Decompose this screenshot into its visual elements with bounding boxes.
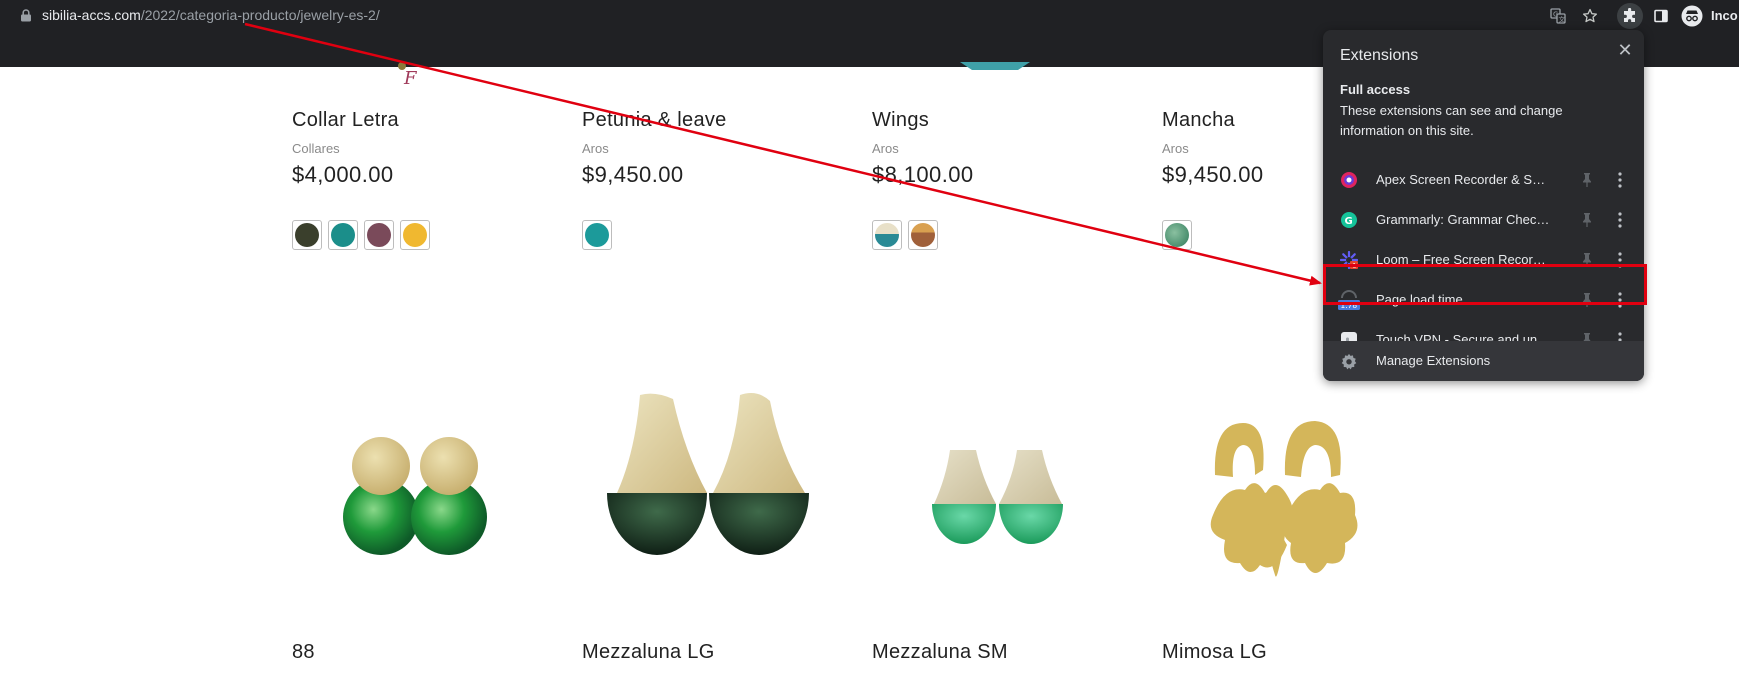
color-swatch[interactable] xyxy=(400,220,430,250)
product-name[interactable]: Mimosa LG xyxy=(1162,641,1267,664)
product-category: Collares xyxy=(292,141,340,156)
color-swatch[interactable] xyxy=(908,220,938,250)
product-card-mancha[interactable]: Mancha Aros $9,450.00 xyxy=(1162,109,1263,188)
extension-name: Apex Screen Recorder & Screenshot xyxy=(1376,172,1551,187)
more-vertical-icon[interactable] xyxy=(1617,211,1623,229)
more-vertical-icon[interactable] xyxy=(1617,171,1623,189)
product-category: Aros xyxy=(872,141,899,156)
bookmark-star-icon[interactable] xyxy=(1578,4,1602,28)
product-card-88[interactable]: 88 xyxy=(292,641,315,664)
popup-title: Extensions xyxy=(1340,47,1419,64)
product-image-mimosa-lg[interactable] xyxy=(1205,415,1365,590)
product-image-collar-letra[interactable]: F xyxy=(390,62,430,90)
product-image-mezzaluna-lg[interactable] xyxy=(605,393,810,563)
product-name[interactable]: Mezzaluna SM xyxy=(872,641,1008,664)
color-swatches xyxy=(582,220,612,250)
color-swatch[interactable] xyxy=(292,220,322,250)
extension-name: Grammarly: Grammar Checker and Writing A… xyxy=(1376,212,1551,227)
extensions-popup: Extensions ✕ Full access These extension… xyxy=(1323,30,1644,381)
translate-icon[interactable]: G文 xyxy=(1546,4,1570,28)
extension-name: Loom – Free Screen Recorder & Screen Cap… xyxy=(1376,252,1551,267)
product-price: $9,450.00 xyxy=(582,162,684,187)
pin-icon[interactable] xyxy=(1580,292,1594,308)
apex-icon xyxy=(1341,172,1357,188)
extension-item-apex[interactable]: Apex Screen Recorder & Screenshot xyxy=(1323,160,1644,200)
product-card-wings[interactable]: Wings Aros $8,100.00 xyxy=(872,109,973,188)
color-swatch[interactable] xyxy=(1162,220,1192,250)
product-name[interactable]: 88 xyxy=(292,641,315,664)
color-swatch[interactable] xyxy=(582,220,612,250)
product-name[interactable]: Collar Letra xyxy=(292,109,399,132)
close-icon[interactable]: ✕ xyxy=(1615,40,1635,60)
more-vertical-icon[interactable] xyxy=(1617,251,1623,269)
product-card-mezzaluna-lg[interactable]: Mezzaluna LG xyxy=(582,641,715,664)
product-card-petunia[interactable]: Petunia & leave Aros $9,450.00 xyxy=(582,109,727,188)
product-image-wings[interactable] xyxy=(960,62,1030,72)
color-swatch[interactable] xyxy=(364,220,394,250)
product-price: $4,000.00 xyxy=(292,162,394,187)
color-swatch[interactable] xyxy=(872,220,902,250)
url-text[interactable]: sibilia-accs.com/2022/categoria-producto… xyxy=(42,7,380,23)
pin-icon[interactable] xyxy=(1580,172,1594,188)
manage-extensions-button[interactable]: Manage Extensions xyxy=(1323,341,1644,381)
side-panel-icon[interactable] xyxy=(1649,4,1673,28)
product-category: Aros xyxy=(582,141,609,156)
pin-icon[interactable] xyxy=(1580,212,1594,228)
loom-icon: 1 xyxy=(1340,251,1358,269)
color-swatches xyxy=(292,220,430,250)
url-path: /2022/categoria-producto/jewelry-es-2/ xyxy=(140,7,380,23)
product-name[interactable]: Mancha xyxy=(1162,109,1263,132)
product-name[interactable]: Petunia & leave xyxy=(582,109,727,132)
color-swatches xyxy=(1162,220,1192,250)
full-access-description: These extensions can see and change info… xyxy=(1340,103,1563,138)
color-swatch[interactable] xyxy=(328,220,358,250)
extension-item-grammarly[interactable]: G Grammarly: Grammar Checker and Writing… xyxy=(1323,200,1644,240)
pin-icon[interactable] xyxy=(1580,252,1594,268)
extension-item-loom[interactable]: 1 Loom – Free Screen Recorder & Screen C… xyxy=(1323,240,1644,280)
full-access-heading: Full access xyxy=(1340,82,1411,97)
product-name[interactable]: Wings xyxy=(872,109,973,132)
page-load-badge: 1.78 xyxy=(1341,301,1358,310)
more-vertical-icon[interactable] xyxy=(1617,291,1623,309)
manage-extensions-label: Manage Extensions xyxy=(1376,353,1491,368)
page-load-time-icon: 1.78 xyxy=(1338,290,1360,310)
product-image-88[interactable] xyxy=(335,435,495,565)
product-price: $9,450.00 xyxy=(1162,162,1264,187)
color-swatches xyxy=(872,220,938,250)
profile-label[interactable]: Inco xyxy=(1711,8,1738,23)
product-card-collar-letra[interactable]: Collar Letra Collares $4,000.00 xyxy=(292,109,399,188)
gear-icon xyxy=(1341,353,1357,370)
product-price: $8,100.00 xyxy=(872,162,974,187)
product-card-mezzaluna-sm[interactable]: Mezzaluna SM xyxy=(872,641,1008,664)
product-name[interactable]: Mezzaluna LG xyxy=(582,641,715,664)
extensions-puzzle-icon[interactable] xyxy=(1617,3,1643,29)
grammarly-icon: G xyxy=(1341,212,1357,228)
product-category: Aros xyxy=(1162,141,1189,156)
extension-item-page-load-time[interactable]: 1.78 Page load time xyxy=(1323,280,1644,320)
svg-text:F: F xyxy=(403,68,418,89)
url-host: sibilia-accs.com xyxy=(42,7,141,23)
product-image-mezzaluna-sm[interactable] xyxy=(930,448,1065,553)
browser-address-bar[interactable]: sibilia-accs.com/2022/categoria-producto… xyxy=(0,0,1739,31)
product-card-mimosa-lg[interactable]: Mimosa LG xyxy=(1162,641,1267,664)
svg-text:G: G xyxy=(1345,216,1353,227)
extension-name: Page load time xyxy=(1376,292,1463,307)
svg-text:文: 文 xyxy=(1559,14,1566,23)
incognito-avatar-icon[interactable] xyxy=(1680,4,1704,28)
loom-badge: 1 xyxy=(1352,262,1356,269)
lock-icon[interactable] xyxy=(20,9,32,22)
